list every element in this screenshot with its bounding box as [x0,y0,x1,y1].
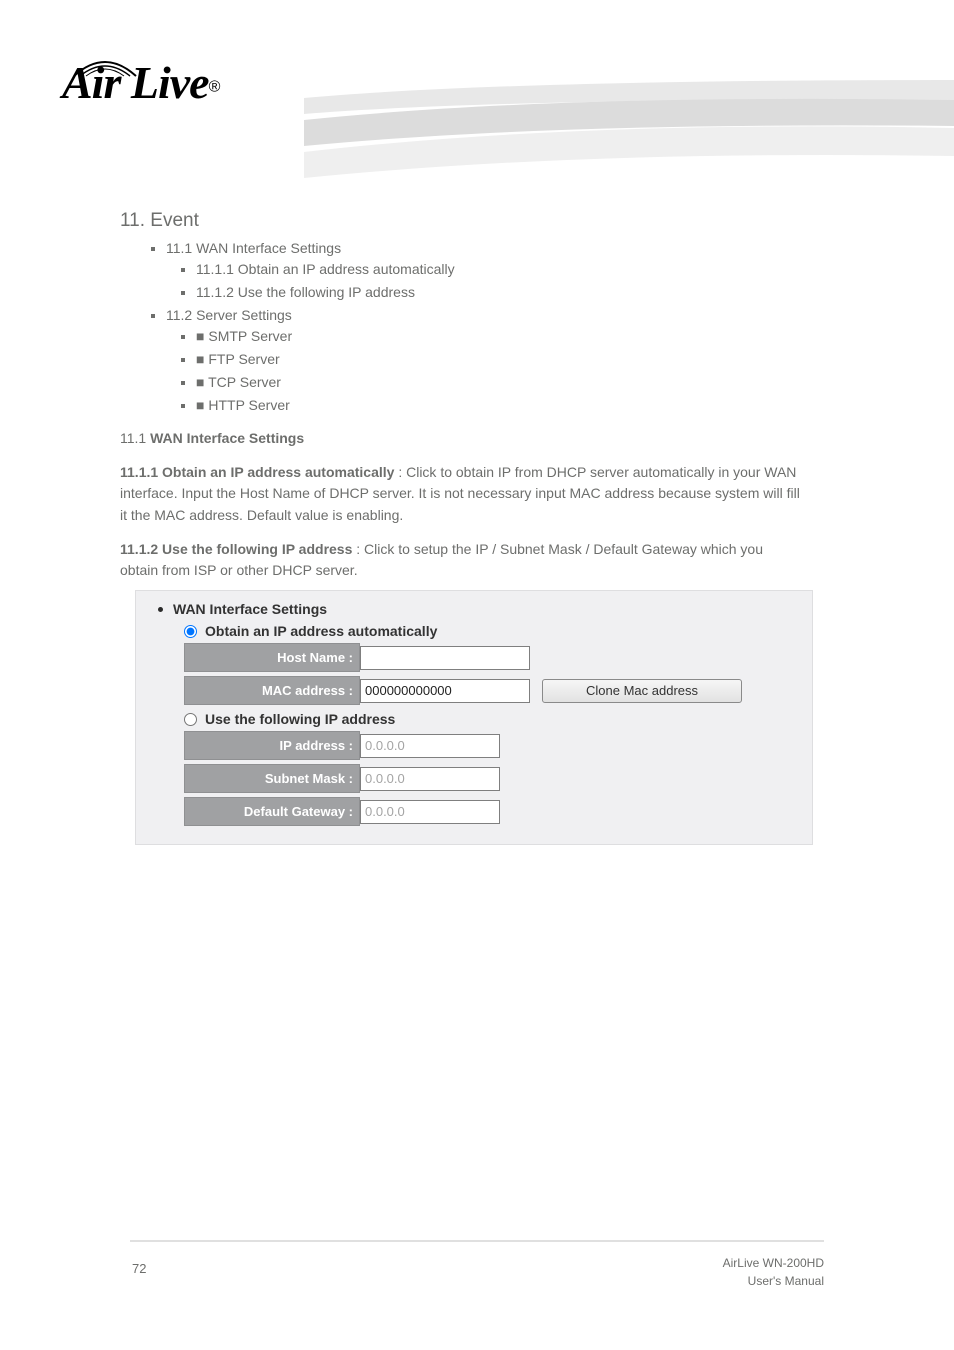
page-header: Air Live® [0,0,954,180]
footer-brand: AirLive WN-200HD User's Manual [723,1255,824,1290]
field-row: Subnet Mask : [184,764,798,793]
ip-address-input[interactable] [360,734,500,758]
toc-item: 11.1.2 Use the following IP address [196,282,954,303]
radio-obtain-auto-label: Obtain an IP address automatically [205,623,437,639]
toc-item: ■ FTP Server [196,349,954,370]
header-swoosh [304,80,954,180]
panel-title: WAN Interface Settings [173,601,327,617]
host-name-input[interactable] [360,646,530,670]
bullet-icon [158,607,163,612]
host-name-label: Host Name : [184,643,360,672]
clone-mac-button[interactable]: Clone Mac address [542,679,742,703]
registered-mark-icon: ® [209,79,221,96]
toc-item: 11.1 WAN Interface Settings 11.1.1 Obtai… [166,238,954,303]
wan-settings-panel: WAN Interface Settings Obtain an IP addr… [135,590,813,845]
default-gateway-label: Default Gateway : [184,797,360,826]
body-paragraph: 11.1 WAN Interface Settings [120,428,800,450]
mac-address-input[interactable] [360,679,530,703]
toc-item: 11.1.1 Obtain an IP address automaticall… [196,259,954,280]
logo-arc-icon [70,54,140,80]
radio-static-ip-label: Use the following IP address [205,711,395,727]
toc-item: 11.2 Server Settings ■ SMTP Server ■ FTP… [166,305,954,416]
toc-item: ■ HTTP Server [196,395,954,416]
chapter-title: 11. Event [120,210,954,232]
radio-static-ip[interactable] [184,713,197,726]
toc-item: ■ SMTP Server [196,326,954,347]
mac-address-label: MAC address : [184,676,360,705]
footer-separator [130,1240,824,1242]
toc-item: ■ TCP Server [196,372,954,393]
subnet-mask-label: Subnet Mask : [184,764,360,793]
field-row: IP address : [184,731,798,760]
field-row: Default Gateway : [184,797,798,826]
radio-obtain-auto[interactable] [184,625,197,638]
body-paragraph: 11.1.1 Obtain an IP address automaticall… [120,462,800,527]
brand-logo: Air Live® [62,56,272,126]
field-row: Host Name : [184,643,798,672]
body-paragraph: 11.1.2 Use the following IP address : Cl… [120,539,800,582]
ip-address-label: IP address : [184,731,360,760]
page-number: 72 [132,1261,146,1276]
field-row: MAC address : Clone Mac address [184,676,798,705]
table-of-contents: 11.1 WAN Interface Settings 11.1.1 Obtai… [148,238,954,416]
default-gateway-input[interactable] [360,800,500,824]
subnet-mask-input[interactable] [360,767,500,791]
